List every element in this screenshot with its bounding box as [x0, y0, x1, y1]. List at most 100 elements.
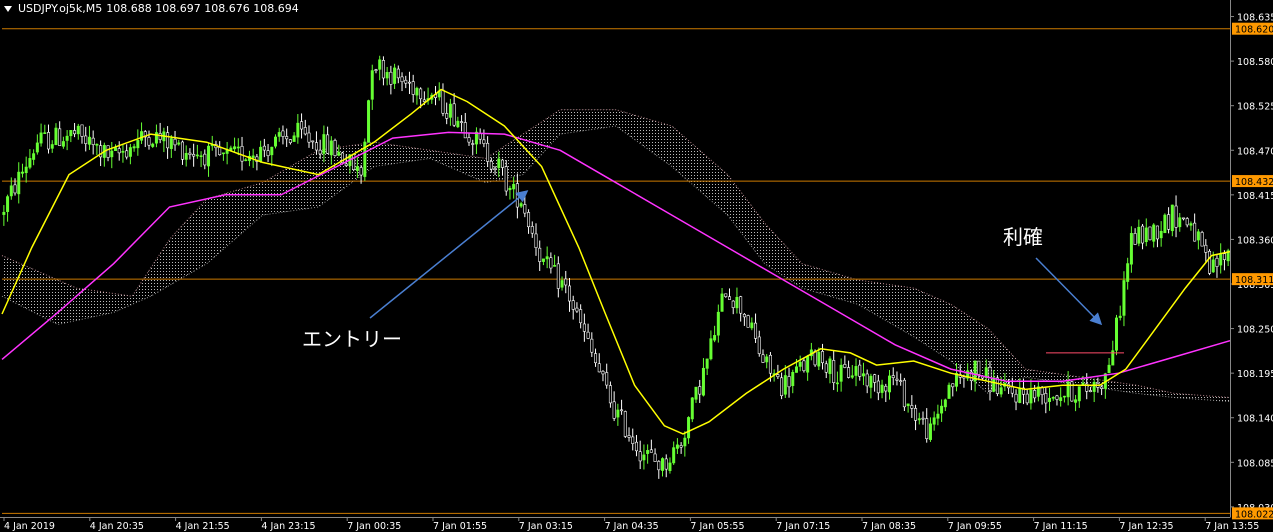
candle-body — [999, 387, 1003, 395]
candle-body — [698, 386, 702, 395]
candle-body — [623, 411, 627, 437]
candle-body — [1204, 244, 1208, 253]
x-tick-label: 7 Jan 01:55 — [433, 521, 487, 532]
candle-body — [902, 379, 906, 408]
candle-body — [731, 300, 735, 308]
candle-body — [646, 450, 650, 454]
candle-body — [91, 137, 95, 145]
x-tick-label: 4 Jan 23:15 — [261, 521, 315, 532]
candle-body — [110, 150, 114, 158]
candle-body — [381, 60, 385, 79]
candle-body — [515, 183, 519, 208]
candle-body — [992, 377, 996, 392]
candle-body — [768, 354, 772, 374]
candle-body — [259, 146, 263, 162]
candle-body — [17, 171, 21, 195]
candle-body — [1129, 233, 1133, 265]
candle-body — [352, 153, 356, 170]
candle-body — [940, 405, 944, 414]
candle-body — [1025, 393, 1029, 404]
candle-body — [1170, 204, 1174, 232]
candle-body — [839, 364, 843, 382]
candle-body — [1163, 214, 1167, 234]
candle-body — [869, 375, 873, 388]
candle-body — [1118, 315, 1122, 318]
candle-body — [482, 139, 486, 144]
candle-body — [285, 136, 289, 140]
candle-body — [177, 142, 181, 145]
candle-body — [564, 278, 568, 286]
candle-body — [199, 155, 203, 158]
y-tick-label: 108.525 — [1237, 102, 1273, 113]
y-tick-label: 108.415 — [1237, 191, 1273, 202]
candle-body — [519, 203, 523, 207]
y-tick-label: 108.195 — [1237, 369, 1273, 380]
candle-body — [448, 103, 452, 118]
candle-body — [605, 372, 609, 386]
candle-body — [664, 458, 668, 470]
candle-body — [303, 127, 307, 135]
candle-body — [787, 376, 791, 388]
candle-body — [132, 146, 136, 149]
candle-body — [296, 122, 300, 138]
candle-body — [634, 441, 638, 452]
candle-body — [1122, 280, 1126, 316]
candle-body — [720, 293, 724, 312]
candle-body — [69, 130, 73, 137]
candle-body — [932, 417, 936, 425]
candle-body — [486, 142, 490, 162]
candle-body — [1178, 217, 1182, 228]
candle-body — [1092, 381, 1096, 392]
candle-body — [28, 158, 32, 168]
candle-body — [843, 364, 847, 368]
candle-body — [84, 135, 88, 144]
candle-body — [556, 263, 560, 289]
candle-body — [538, 247, 542, 262]
candle-body — [735, 296, 739, 309]
y-tick-label: 108.360 — [1237, 235, 1273, 246]
candle-body — [203, 153, 207, 166]
candle-body — [35, 142, 39, 153]
candle-body — [508, 187, 512, 191]
candle-body — [742, 313, 746, 318]
candle-body — [478, 133, 482, 140]
candle-body — [374, 69, 378, 72]
candle-body — [50, 144, 54, 149]
candle-body — [166, 132, 170, 149]
candle-body — [1014, 393, 1018, 403]
candle-body — [288, 139, 292, 144]
candle-body — [661, 458, 665, 471]
candle-body — [1148, 226, 1152, 241]
candle-body — [370, 70, 374, 100]
candle-body — [1048, 397, 1052, 402]
x-tick-label: 7 Jan 12:35 — [1119, 521, 1173, 532]
candle-body — [925, 418, 929, 439]
candle-body — [400, 76, 404, 83]
candle-body — [594, 353, 598, 364]
candle-body — [1077, 386, 1081, 402]
candle-body — [549, 257, 553, 269]
candle-body — [672, 447, 676, 464]
candle-body — [251, 155, 255, 158]
candle-body — [322, 134, 326, 154]
candle-body — [765, 356, 769, 363]
candle-body — [586, 331, 590, 339]
candle-body — [776, 374, 780, 378]
candle-body — [158, 133, 162, 140]
candle-body — [1222, 253, 1226, 260]
candle-body — [43, 132, 47, 134]
candle-body — [169, 138, 173, 149]
candle-body — [1055, 395, 1059, 400]
y-tick-label: 108.085 — [1237, 458, 1273, 469]
x-tick-label: 7 Jan 09:55 — [948, 521, 1002, 532]
candle-body — [125, 150, 129, 158]
candle-body — [906, 403, 910, 407]
candle-body — [184, 153, 188, 160]
price-chart[interactable]: エントリー 利確 108.635 108.580 108.525 108.470 108.… — [0, 0, 1273, 532]
candle-body — [1196, 231, 1200, 241]
candle-body — [76, 125, 80, 135]
candle-body — [716, 311, 720, 336]
candle-body — [545, 256, 549, 260]
x-tick-label: 7 Jan 05:55 — [690, 521, 744, 532]
candle-body — [783, 375, 787, 395]
